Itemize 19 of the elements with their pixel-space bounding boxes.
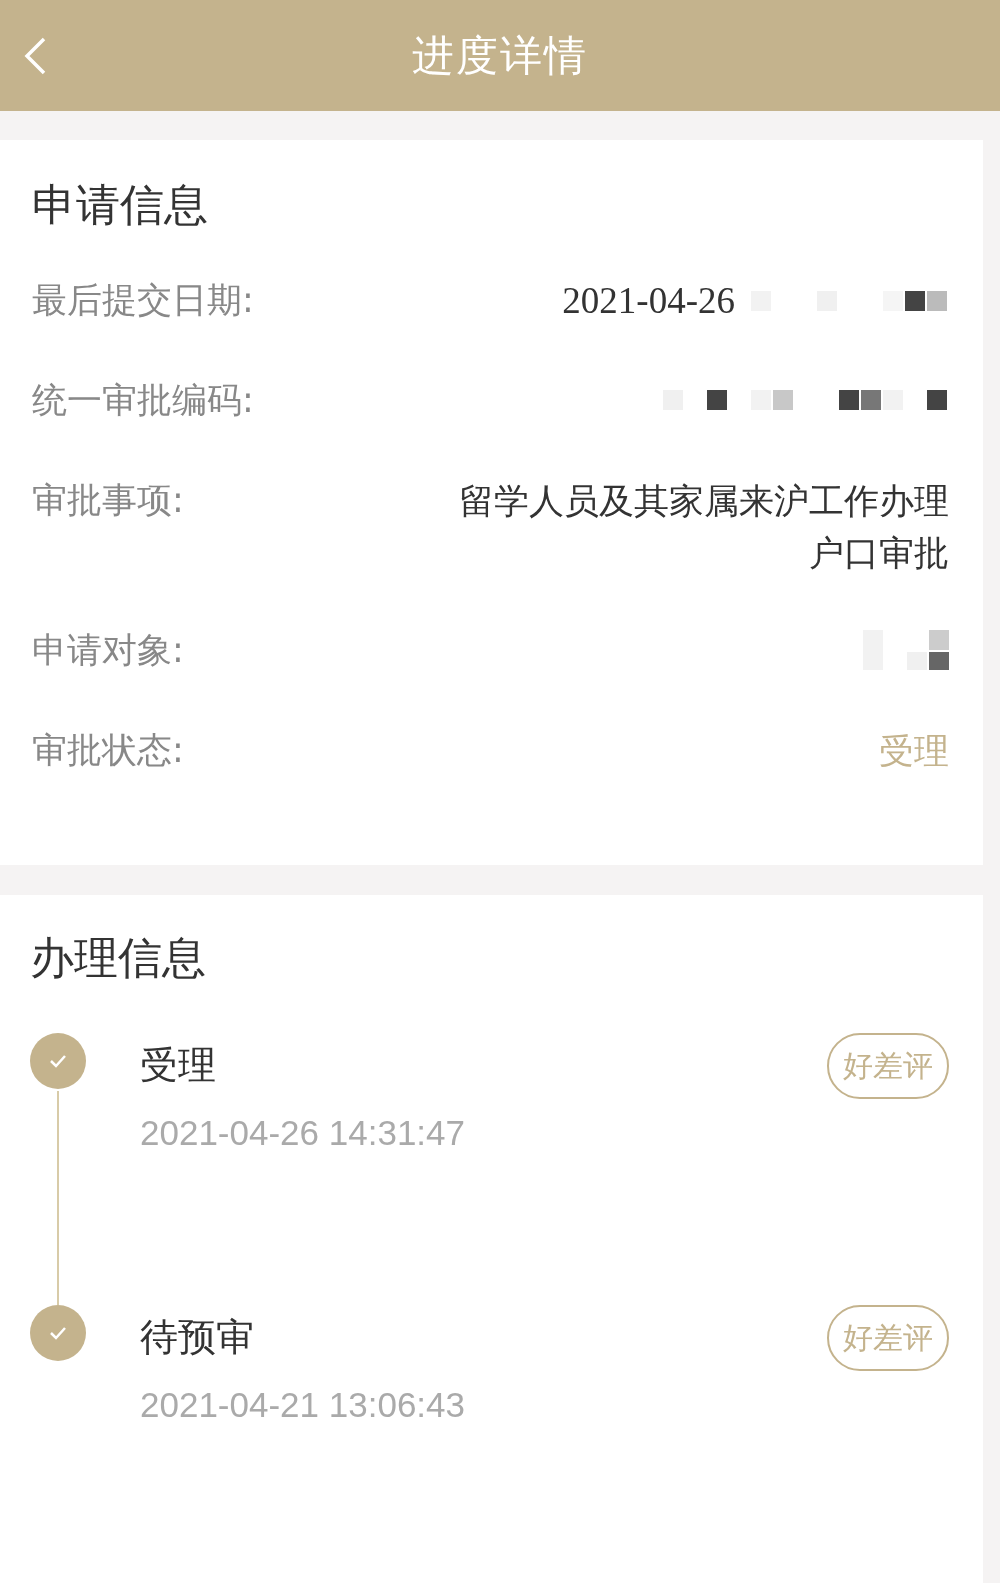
field-label: 审批状态: bbox=[32, 729, 184, 772]
field-value: 留学人员及其家属来沪工作办理户口审批 bbox=[458, 480, 949, 575]
step-title: 待预审 bbox=[140, 1314, 255, 1361]
field-label: 审批事项: bbox=[32, 479, 184, 522]
back-button[interactable] bbox=[22, 36, 48, 76]
rating-button[interactable]: 好差评 bbox=[827, 1033, 949, 1099]
status-value: 受理 bbox=[879, 730, 949, 773]
section-title: 办理信息 bbox=[30, 931, 207, 985]
field-label: 申请对象: bbox=[32, 629, 184, 672]
step-time: 2021-04-26 14:31:47 bbox=[140, 1113, 466, 1153]
back-icon bbox=[22, 36, 48, 76]
step-title: 受理 bbox=[140, 1042, 217, 1089]
field-value: 2021-04-26 bbox=[562, 279, 735, 323]
page-title: 进度详情 bbox=[412, 29, 588, 82]
step-time: 2021-04-21 13:06:43 bbox=[140, 1385, 466, 1425]
field-label: 统一审批编码: bbox=[32, 379, 254, 422]
field-label: 最后提交日期: bbox=[32, 279, 254, 322]
section-title: 申请信息 bbox=[32, 178, 209, 232]
rating-button[interactable]: 好差评 bbox=[827, 1305, 949, 1371]
